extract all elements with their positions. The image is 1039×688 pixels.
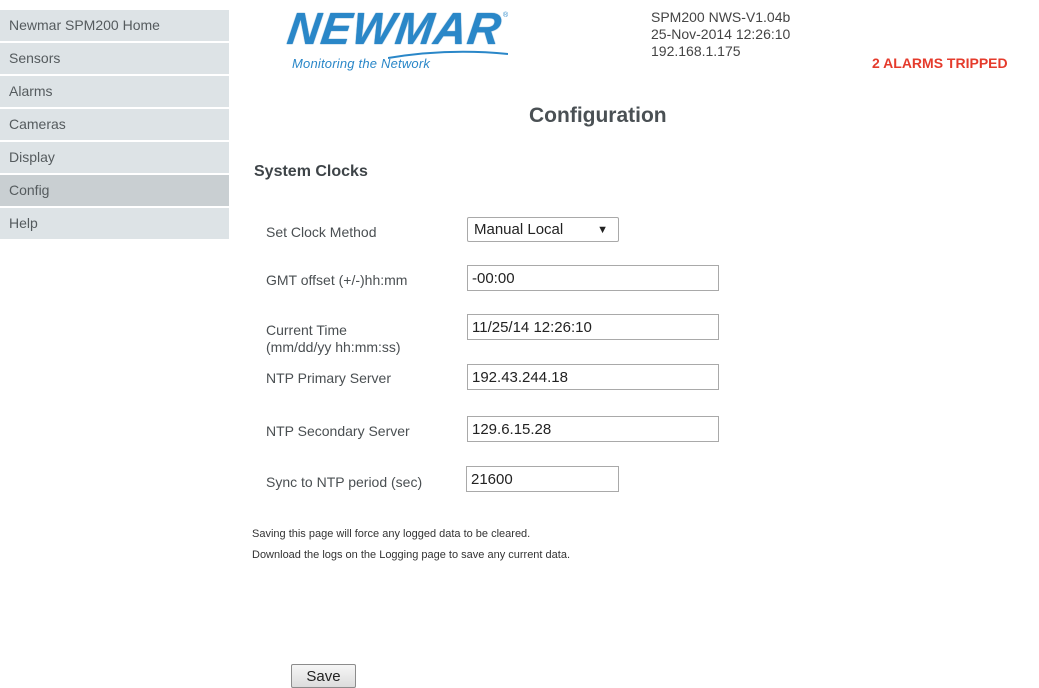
current-time-field[interactable] bbox=[467, 314, 719, 340]
logo-tagline: Monitoring the Network bbox=[292, 56, 431, 71]
section-title: System Clocks bbox=[254, 163, 368, 180]
logo-registered-mark: ® bbox=[503, 12, 509, 19]
page-title: Configuration bbox=[529, 104, 667, 127]
sidebar-nav: Newmar SPM200 Home Sensors Alarms Camera… bbox=[0, 10, 229, 241]
sidebar-item-config[interactable]: Config bbox=[0, 175, 229, 206]
current-time-label-line1: Current Time bbox=[266, 322, 347, 338]
gmt-offset-field[interactable] bbox=[467, 265, 719, 291]
device-datetime: 25-Nov-2014 12:26:10 bbox=[651, 26, 791, 42]
alarm-status[interactable]: 2 ALARMS TRIPPED bbox=[872, 55, 1008, 71]
device-info: SPM200 NWS-V1.04b 25-Nov-2014 12:26:10 1… bbox=[651, 9, 790, 60]
clock-method-label: Set Clock Method bbox=[266, 224, 377, 240]
download-logs-note: Download the logs on the Logging page to… bbox=[252, 549, 571, 561]
ntp-primary-field[interactable] bbox=[467, 364, 719, 390]
firmware-version: SPM200 NWS-V1.04b bbox=[651, 9, 791, 25]
current-time-label-line2: (mm/dd/yy hh:mm:ss) bbox=[266, 339, 401, 355]
sync-period-field[interactable] bbox=[466, 466, 619, 492]
sidebar-item-sensors[interactable]: Sensors bbox=[0, 43, 229, 74]
save-warning-note: Saving this page will force any logged d… bbox=[252, 528, 531, 540]
save-button[interactable]: Save bbox=[291, 664, 356, 688]
sidebar-item-alarms[interactable]: Alarms bbox=[0, 76, 229, 107]
ntp-secondary-label: NTP Secondary Server bbox=[266, 423, 410, 439]
sidebar-item-help[interactable]: Help bbox=[0, 208, 229, 239]
dropdown-arrow-icon: ▼ bbox=[597, 224, 608, 236]
logo-wordmark: NEWMAR bbox=[284, 3, 506, 54]
clock-method-value: Manual Local bbox=[474, 221, 564, 238]
sidebar-item-display[interactable]: Display bbox=[0, 142, 229, 173]
newmar-logo: NEWMAR ® Monitoring the Network bbox=[284, 3, 514, 78]
clock-method-select[interactable]: Manual Local ▼ bbox=[467, 217, 619, 242]
sync-period-label: Sync to NTP period (sec) bbox=[266, 474, 423, 490]
device-ip: 192.168.1.175 bbox=[651, 43, 741, 59]
sidebar-item-home[interactable]: Newmar SPM200 Home bbox=[0, 10, 229, 41]
ntp-primary-label: NTP Primary Server bbox=[266, 370, 391, 386]
sidebar-item-cameras[interactable]: Cameras bbox=[0, 109, 229, 140]
current-time-label: Current Time (mm/dd/yy hh:mm:ss) bbox=[266, 322, 401, 356]
ntp-secondary-field[interactable] bbox=[467, 416, 719, 442]
gmt-offset-label: GMT offset (+/-)hh:mm bbox=[266, 272, 408, 288]
